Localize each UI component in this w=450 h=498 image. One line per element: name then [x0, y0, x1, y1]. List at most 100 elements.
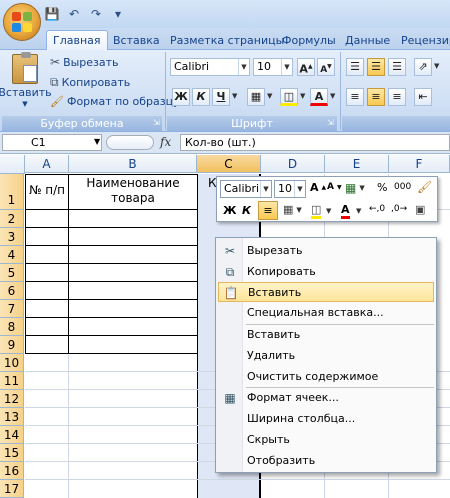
- chevron-down-icon[interactable]: ▼: [326, 207, 331, 215]
- save-icon[interactable]: 💾: [44, 6, 60, 22]
- row-header[interactable]: 12: [0, 390, 24, 408]
- mini-merge-button[interactable]: ▣: [415, 203, 425, 216]
- mini-shrink-font-button[interactable]: A ▼: [327, 182, 342, 192]
- menu-item-paste[interactable]: 📋 Вставить: [218, 282, 434, 302]
- menu-item-unhide[interactable]: Отобразить: [218, 451, 434, 471]
- column-header-d[interactable]: D: [261, 155, 325, 173]
- font-color-button[interactable]: A: [310, 88, 328, 106]
- office-button[interactable]: [3, 3, 41, 41]
- menu-item-delete[interactable]: Удалить: [218, 346, 434, 366]
- chevron-down-icon[interactable]: ▼: [434, 62, 439, 70]
- row-header[interactable]: 1: [0, 174, 24, 210]
- tab-insert[interactable]: Вставка: [113, 32, 160, 50]
- align-right-button[interactable]: ≡: [388, 88, 406, 106]
- cell-a1[interactable]: № п/п: [26, 183, 68, 198]
- mini-accounting-button[interactable]: ▦ ▼: [345, 181, 365, 195]
- row-header[interactable]: 17: [0, 480, 24, 498]
- align-left-button[interactable]: ≡: [346, 88, 364, 106]
- row-header[interactable]: 7: [0, 300, 24, 318]
- select-all-corner[interactable]: [0, 155, 25, 174]
- mini-borders-button[interactable]: ▦ ▼: [283, 203, 302, 216]
- tab-data[interactable]: Данные: [345, 32, 390, 50]
- mini-bold-button[interactable]: Ж: [223, 204, 236, 217]
- row-header[interactable]: 2: [0, 210, 24, 228]
- mini-center-button[interactable]: ≡: [258, 201, 278, 220]
- row-header[interactable]: 14: [0, 426, 24, 444]
- row-header[interactable]: 3: [0, 228, 24, 246]
- menu-item-column-width[interactable]: Ширина столбца...: [218, 409, 434, 429]
- align-middle-button[interactable]: ☰: [367, 58, 385, 76]
- mini-font-name-combo[interactable]: Calibri ▼: [220, 180, 272, 198]
- copy-button[interactable]: ⧉ Копировать: [50, 75, 130, 90]
- menu-item-cut[interactable]: ✂ Вырезать: [218, 241, 434, 261]
- fx-icon[interactable]: fx: [160, 135, 171, 149]
- italic-button[interactable]: К: [192, 88, 210, 106]
- font-size-combo[interactable]: 10 ▼: [253, 58, 293, 76]
- column-header-c[interactable]: C: [197, 155, 261, 173]
- dialog-launcher-icon[interactable]: ⇲: [327, 118, 334, 127]
- row-header[interactable]: 15: [0, 444, 24, 462]
- row-header[interactable]: 6: [0, 282, 24, 300]
- fill-color-button[interactable]: ◫: [280, 88, 298, 106]
- decrease-indent-button[interactable]: ⇤: [414, 88, 432, 106]
- format-painter-button[interactable]: 🖌 Формат по образцу: [50, 95, 180, 108]
- row-header[interactable]: 11: [0, 372, 24, 390]
- dialog-launcher-icon[interactable]: ⇲: [153, 118, 160, 127]
- chevron-down-icon[interactable]: ▼: [330, 92, 335, 100]
- column-header-a[interactable]: A: [25, 155, 69, 173]
- mini-italic-button[interactable]: К: [242, 204, 251, 217]
- mini-thousands-button[interactable]: 000: [394, 182, 411, 192]
- chevron-down-icon[interactable]: ▼: [232, 92, 237, 100]
- tab-review[interactable]: Рецензиро: [401, 32, 450, 50]
- row-header[interactable]: 9: [0, 336, 24, 354]
- row-header[interactable]: 8: [0, 318, 24, 336]
- menu-item-clear-contents[interactable]: Очистить содержимое: [218, 367, 434, 387]
- customize-icon[interactable]: ▾: [110, 6, 126, 22]
- row-header[interactable]: 5: [0, 264, 24, 282]
- chevron-down-icon[interactable]: ▼: [300, 92, 305, 100]
- mini-font-color-button[interactable]: A: [341, 203, 350, 219]
- chevron-down-icon[interactable]: ▼: [267, 92, 272, 100]
- borders-button[interactable]: ▦: [247, 88, 265, 106]
- name-box-splitter[interactable]: [106, 135, 154, 150]
- menu-item-format-cells[interactable]: ▦ Формат ячеек...: [218, 388, 434, 408]
- tab-home[interactable]: Главная: [46, 30, 108, 51]
- tab-page-layout[interactable]: Разметка страницы: [170, 32, 284, 50]
- menu-item-paste-special[interactable]: Специальная вставка...: [218, 303, 434, 323]
- menu-item-copy[interactable]: ⧉ Копировать: [218, 262, 434, 282]
- bold-button[interactable]: Ж: [172, 88, 190, 106]
- font-name-combo[interactable]: Calibri ▼: [170, 58, 250, 76]
- chevron-down-icon[interactable]: ▼: [356, 207, 361, 215]
- grow-font-button[interactable]: A▲: [297, 58, 315, 76]
- mini-decrease-decimal-button[interactable]: ,0→: [391, 204, 407, 214]
- align-bottom-button[interactable]: ☰: [388, 58, 406, 76]
- orientation-button[interactable]: ⇗: [414, 58, 432, 76]
- cell-b1[interactable]: Наименование товара: [70, 176, 196, 206]
- undo-icon[interactable]: ↶: [66, 6, 82, 22]
- menu-item-insert[interactable]: Вставить: [218, 325, 434, 345]
- cut-button[interactable]: ✂ Вырезать: [50, 55, 119, 69]
- align-top-button[interactable]: ☰: [346, 58, 364, 76]
- formula-input[interactable]: Кол-во (шт.): [180, 134, 450, 151]
- tab-formulas[interactable]: Формулы: [282, 32, 336, 50]
- chevron-down-icon[interactable]: ▼: [94, 137, 100, 146]
- shrink-font-button[interactable]: A▼: [317, 58, 335, 76]
- row-header[interactable]: 13: [0, 408, 24, 426]
- align-center-button[interactable]: ≡: [367, 88, 385, 106]
- name-box[interactable]: C1: [2, 134, 102, 151]
- column-header-f[interactable]: F: [389, 155, 450, 173]
- column-header-b[interactable]: B: [69, 155, 197, 173]
- paste-button[interactable]: Вставить ▼: [0, 52, 52, 114]
- redo-icon[interactable]: ↷: [88, 6, 104, 22]
- mini-percent-button[interactable]: %: [377, 181, 387, 194]
- row-header[interactable]: 10: [0, 354, 24, 372]
- menu-item-hide[interactable]: Скрыть: [218, 430, 434, 450]
- row-header[interactable]: 16: [0, 462, 24, 480]
- mini-increase-decimal-button[interactable]: ←,0: [369, 204, 385, 214]
- mini-grow-font-button[interactable]: A ▲: [310, 181, 326, 194]
- column-header-e[interactable]: E: [325, 155, 389, 173]
- underline-button[interactable]: Ч: [212, 88, 230, 106]
- mini-fill-color-button[interactable]: ◫: [311, 203, 322, 219]
- mini-format-painter-button[interactable]: 🖌: [417, 180, 432, 194]
- mini-font-size-combo[interactable]: 10 ▼: [274, 180, 306, 198]
